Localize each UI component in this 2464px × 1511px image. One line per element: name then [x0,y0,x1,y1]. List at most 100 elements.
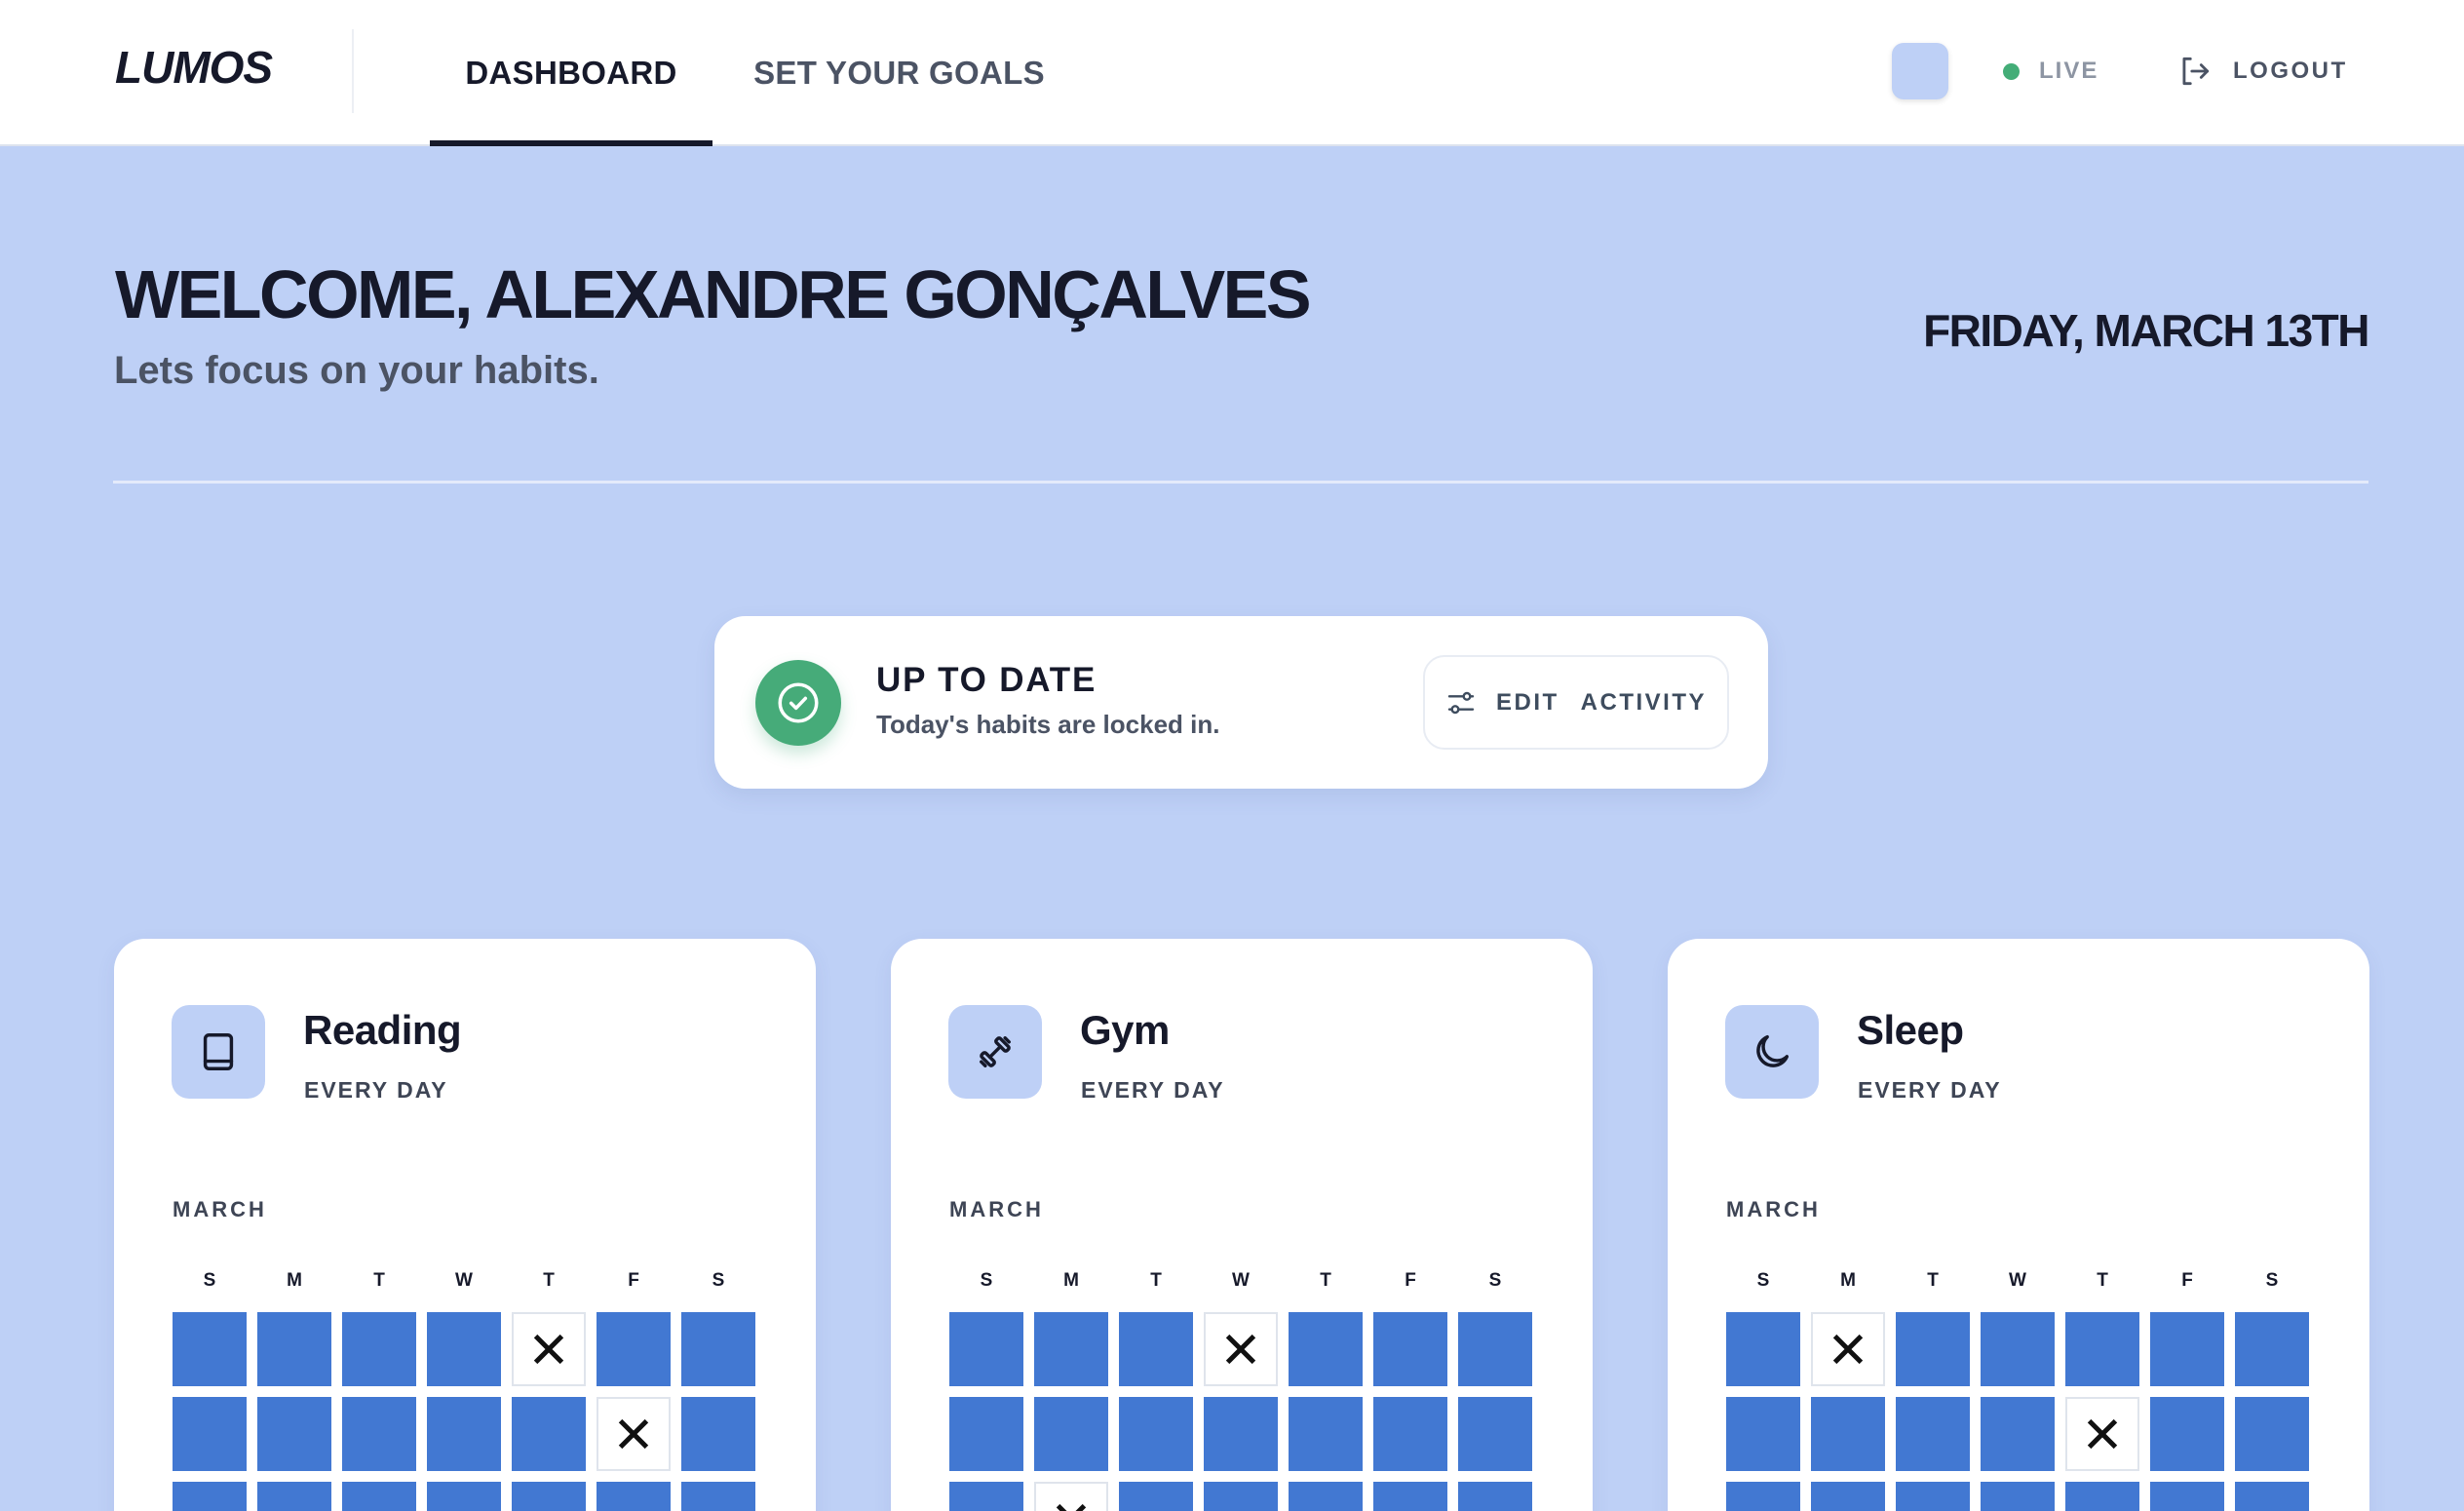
day-cell-done[interactable] [1289,1482,1363,1511]
weekday-label: S [712,1270,725,1291]
day-cell-done[interactable] [1034,1397,1108,1471]
day-cell-done[interactable] [512,1482,586,1511]
day-cell-done[interactable] [173,1312,247,1386]
day-cell-done[interactable] [1981,1482,2055,1511]
day-cell-done[interactable] [1811,1482,1885,1511]
day-cell-done[interactable] [1034,1312,1108,1386]
avatar[interactable] [1892,43,1948,99]
habit-frequency: EVERY DAY [1858,1077,2002,1103]
edit-label: EDIT [1495,688,1559,716]
day-cell-done[interactable] [2065,1482,2139,1511]
habit-name: Sleep [1857,1007,1964,1053]
day-cell-done[interactable] [512,1397,586,1471]
day-cell-done[interactable] [1896,1397,1970,1471]
day-cell-done[interactable] [1119,1397,1193,1471]
weekday-label: T [1150,1270,1162,1291]
day-cell-done[interactable] [1373,1312,1447,1386]
day-cell-done[interactable] [949,1312,1023,1386]
day-cell-done[interactable] [427,1482,501,1511]
weekday-label: M [1840,1270,1856,1291]
day-cell-done[interactable] [342,1312,416,1386]
day-cell-done[interactable] [597,1482,671,1511]
day-cell-done[interactable] [1373,1397,1447,1471]
day-cell-done[interactable] [2150,1397,2224,1471]
day-cell-done[interactable] [681,1482,755,1511]
x-icon [2087,1418,2118,1450]
day-cell-done[interactable] [949,1397,1023,1471]
day-cell-done[interactable] [1726,1312,1800,1386]
logout-icon [2182,57,2210,86]
day-cell-done[interactable] [1896,1312,1970,1386]
day-cell-done[interactable] [1204,1482,1278,1511]
day-cell-missed[interactable] [2065,1397,2139,1471]
weekday-label: S [203,1270,216,1291]
day-cell-missed[interactable] [597,1397,671,1471]
day-cell-done[interactable] [2235,1482,2309,1511]
day-cell-done[interactable] [1119,1482,1193,1511]
day-cell-done[interactable] [597,1312,671,1386]
active-tab-underline [430,140,712,146]
day-cell-done[interactable] [681,1397,755,1471]
day-cell-done[interactable] [1811,1397,1885,1471]
day-cell-done[interactable] [1458,1397,1532,1471]
day-cell-done[interactable] [257,1312,331,1386]
status-subtitle: Today's habits are locked in. [876,710,1220,739]
weekday-label: M [287,1270,302,1291]
day-cell-done[interactable] [1726,1397,1800,1471]
live-indicator: LIVE [2003,55,2098,88]
day-cell-done[interactable] [1289,1312,1363,1386]
day-cell-done[interactable] [949,1482,1023,1511]
day-cell-done[interactable] [2235,1397,2309,1471]
day-cell-done[interactable] [1289,1397,1363,1471]
weekday-label: M [1063,1270,1079,1291]
day-cell-done[interactable] [257,1482,331,1511]
page-subtitle: Lets focus on your habits. [114,349,599,392]
weekday-header: SMTWTFS [949,1270,1534,1292]
day-cell-done[interactable] [1896,1482,1970,1511]
day-cell-done[interactable] [2235,1312,2309,1386]
day-cell-done[interactable] [342,1482,416,1511]
day-cell-done[interactable] [1119,1312,1193,1386]
day-cell-missed[interactable] [1204,1312,1278,1386]
day-cell-missed[interactable] [512,1312,586,1386]
month-label: MARCH [173,1197,267,1221]
weekday-label: S [2265,1270,2279,1291]
day-cell-done[interactable] [1373,1482,1447,1511]
weekday-label: S [1488,1270,1502,1291]
day-cell-done[interactable] [681,1312,755,1386]
x-icon [533,1334,564,1365]
page-title: WELCOME, ALEXANDRE GONÇALVES [115,256,1312,332]
day-cell-done[interactable] [1458,1312,1532,1386]
day-cell-done[interactable] [173,1397,247,1471]
app-logo[interactable]: LUMOS [115,41,273,94]
habit-name: Gym [1080,1007,1170,1053]
day-cell-missed[interactable] [1811,1312,1885,1386]
day-cell-done[interactable] [1981,1312,2055,1386]
day-cell-done[interactable] [342,1397,416,1471]
day-cell-done[interactable] [2150,1312,2224,1386]
day-cell-done[interactable] [427,1397,501,1471]
tab-set-your-goals[interactable]: SET YOUR GOALS [741,0,1058,146]
live-dot-icon [2003,62,2020,80]
logout-button[interactable]: LOGOUT [2176,51,2348,92]
day-cell-done[interactable] [2065,1312,2139,1386]
day-cell-done[interactable] [1458,1482,1532,1511]
day-cell-done[interactable] [427,1312,501,1386]
day-cell-done[interactable] [1726,1482,1800,1511]
current-date: FRIDAY, MARCH 13TH [1923,305,2369,356]
moon-icon [1725,1005,1819,1099]
edit-activity-button[interactable]: EDIT ACTIVITY [1423,655,1729,750]
day-cell-done[interactable] [173,1482,247,1511]
habit-card-reading: Reading EVERY DAY MARCH S M T W T F S [114,939,816,1511]
weekday-label: F [1405,1270,1416,1291]
book-icon [172,1005,265,1099]
day-cell-missed[interactable] [1034,1482,1108,1511]
day-cell-done[interactable] [1981,1397,2055,1471]
day-cell-done[interactable] [1204,1397,1278,1471]
logout-label: LOGOUT [2233,58,2348,84]
habit-frequency: EVERY DAY [1081,1077,1225,1103]
activity-label: ACTIVITY [1580,688,1707,716]
tab-dashboard[interactable]: DASHBOARD [430,0,712,146]
day-cell-done[interactable] [257,1397,331,1471]
day-cell-done[interactable] [2150,1482,2224,1511]
